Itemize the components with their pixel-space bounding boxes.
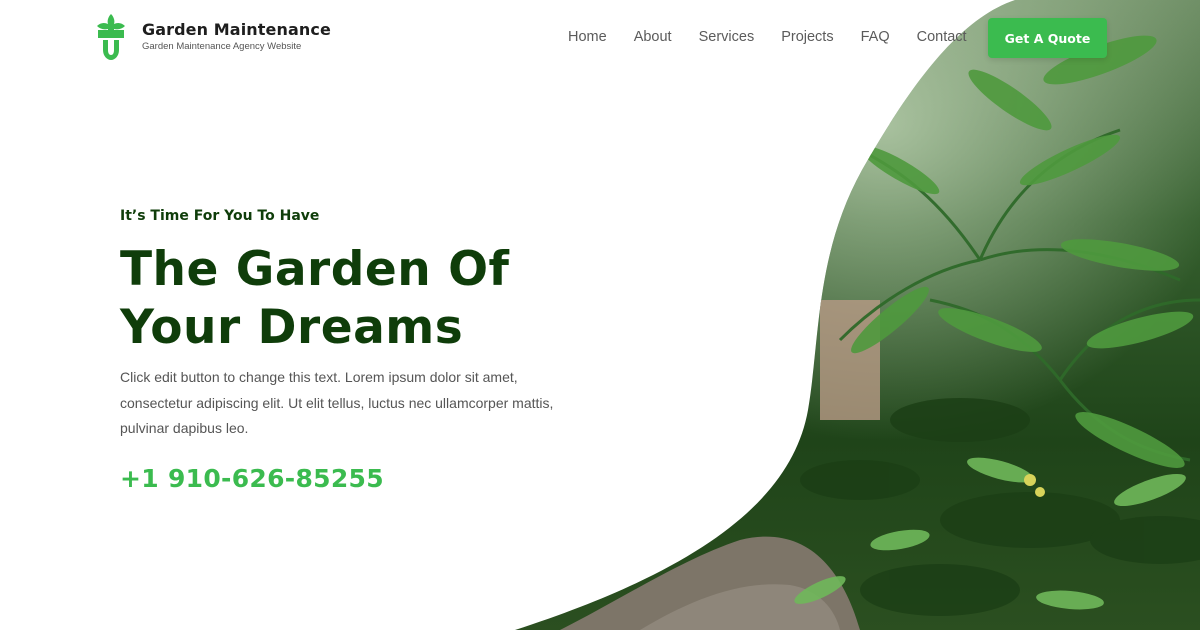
hero-headline: The Garden Of Your Dreams (120, 241, 580, 357)
hero-body-text: Click edit button to change this text. L… (120, 369, 554, 436)
get-a-quote-button[interactable]: Get A Quote (988, 18, 1107, 58)
nav-link-contact[interactable]: Contact (917, 28, 967, 46)
hero-section: It’s Time For You To Have The Garden Of … (120, 206, 580, 494)
logo-text: Garden Maintenance Garden Maintenance Ag… (142, 20, 331, 53)
hero-headline-line-2: Your Dreams (120, 300, 464, 355)
brand-title: Garden Maintenance (142, 20, 331, 39)
nav-link-faq[interactable]: FAQ (861, 28, 890, 46)
logo[interactable]: Garden Maintenance Garden Maintenance Ag… (92, 12, 331, 62)
brand-tagline: Garden Maintenance Agency Website (142, 41, 302, 52)
leaf-spade-icon (97, 14, 125, 60)
nav-link-projects[interactable]: Projects (781, 28, 833, 46)
phone-number[interactable]: +1 910-626-85255 (120, 464, 580, 494)
hero-kicker: It’s Time For You To Have (120, 208, 320, 224)
nav-link-services[interactable]: Services (699, 28, 755, 46)
main-nav: Home About Services Projects FAQ Contact (552, 28, 994, 46)
nav-link-home[interactable]: Home (568, 28, 607, 46)
hero-headline-line-1: The Garden Of (120, 242, 510, 297)
nav-link-about[interactable]: About (634, 28, 672, 46)
site-header: Garden Maintenance Garden Maintenance Ag… (0, 0, 1200, 76)
